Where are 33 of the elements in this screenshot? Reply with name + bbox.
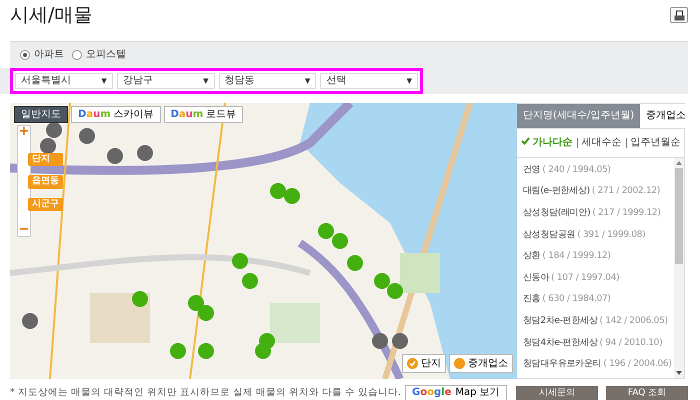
scrollbar[interactable] xyxy=(674,158,684,378)
radio-button[interactable] xyxy=(72,50,82,60)
radio-label[interactable]: 오피스텔 xyxy=(86,47,126,62)
map-type-tab[interactable]: Daum 로드뷰 xyxy=(164,106,244,123)
print-button[interactable] xyxy=(670,7,688,24)
disclaimer-text: * 지도상에는 매물의 대략적인 위치만 표시하므로 실제 매물의 위치와 다를 수 있습니다. xyxy=(10,386,401,400)
radio-label[interactable]: 아파트 xyxy=(34,47,64,62)
legend-toggle[interactable]: 중개업소 xyxy=(449,354,513,373)
complex-list-item[interactable]: 상환 ( 184 / 1999.12) xyxy=(523,246,674,268)
map-type-tab[interactable]: 일반지도 xyxy=(14,106,68,123)
complex-list-item[interactable]: 삼성청담공원 ( 391 / 1999.08) xyxy=(523,224,674,246)
printer-icon xyxy=(674,10,684,21)
sort-link[interactable]: 입주년월순 xyxy=(630,135,680,150)
radio-button[interactable] xyxy=(20,50,30,60)
map-type-tab[interactable]: Daum 스카이뷰 xyxy=(71,106,161,123)
scroll-down-icon[interactable] xyxy=(676,370,682,376)
complex-list-item[interactable]: 신동아 ( 107 / 1997.04) xyxy=(523,268,674,290)
sort-link[interactable]: 가나다순 xyxy=(520,135,572,150)
complex-list-item[interactable]: 대림(e-편한세상) ( 271 / 2002.12) xyxy=(523,181,674,203)
complex-list-item[interactable]: 청담대우유로카운티 ( 196 / 2004.06) xyxy=(523,354,674,376)
complex-list-item[interactable]: 진흥 ( 630 / 1984.07) xyxy=(523,289,674,311)
action-button[interactable]: FAQ 조회 xyxy=(606,386,688,400)
complex-list-item[interactable]: 건영 ( 240 / 1994.05) xyxy=(523,160,674,182)
complex-list-item[interactable]: 청담4차e-편한세상 ( 94 / 2010.10) xyxy=(523,332,674,354)
legend-toggle[interactable]: 단지 xyxy=(402,354,446,373)
page-title: 시세/매물 xyxy=(10,4,92,27)
sort-link[interactable]: 세대수순 xyxy=(582,135,622,150)
google-map-button[interactable]: Google Map 보기 xyxy=(405,384,507,400)
scroll-up-icon[interactable] xyxy=(676,160,682,166)
complex-list-item[interactable]: 삼성청담(래미안) ( 217 / 1999.12) xyxy=(523,202,674,225)
complex-list-item[interactable]: 청담2차e-편한세상 ( 142 / 2006.05) xyxy=(523,310,674,333)
check-icon xyxy=(520,137,530,146)
action-button[interactable]: 시세문의 xyxy=(516,386,598,400)
